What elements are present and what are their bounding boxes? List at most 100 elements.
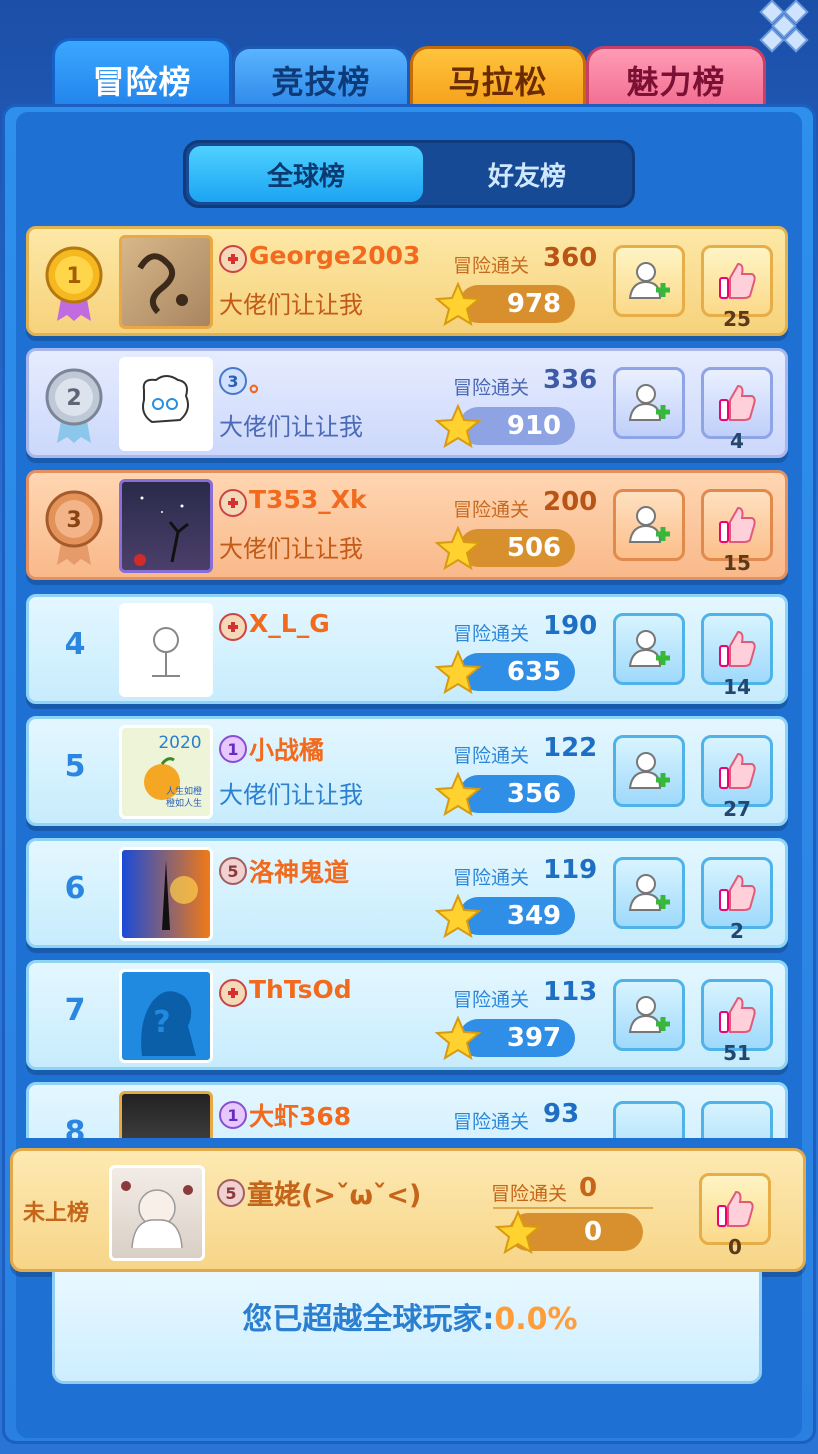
gold-medal-icon: 1 [45, 246, 103, 321]
level-number: 5 [227, 862, 238, 881]
rank-number: 7 [64, 993, 86, 1028]
like-count: 2 [730, 919, 744, 943]
stage-value: 0 [579, 1173, 598, 1203]
level-number: 5 [225, 1184, 236, 1203]
like-count: 0 [728, 1235, 742, 1259]
thumbs-up-icon [719, 630, 756, 667]
stage-label: 冒险通关 [453, 989, 530, 1011]
like-count: 51 [723, 1041, 751, 1065]
medal-number: 3 [66, 508, 81, 533]
avatar-ink-art-icon [137, 253, 188, 315]
add-friend-button[interactable] [613, 1101, 685, 1138]
star-icon [435, 1015, 481, 1061]
rank-row: 2 3 。 大佬们让让我 冒险通关 336 910 4 [26, 348, 788, 458]
like-button[interactable] [701, 1101, 773, 1138]
stage-value: 200 [543, 487, 598, 517]
svg-text:?: ? [153, 1005, 170, 1040]
avatar[interactable]: 2020 人生如橙 橙如人生 [119, 725, 213, 819]
rank-row: 1 George2003 大佬们让让我 冒险通关 360 978 25 [26, 226, 788, 336]
level-badge-icon [219, 245, 247, 273]
level-badge-icon [219, 979, 247, 1007]
rank-row: 6 5 洛神鬼道 冒险通关 119 349 2 [26, 838, 788, 948]
stage-label: 冒险通关 [453, 377, 530, 399]
avatar[interactable] [119, 1091, 213, 1138]
rank-row: 4 X_L_G 冒险通关 190 635 14 [26, 594, 788, 704]
add-friend-button[interactable] [613, 979, 685, 1051]
avatar[interactable]: ? [119, 969, 213, 1063]
star-icon [435, 893, 481, 939]
like-count: 25 [723, 307, 751, 331]
star-icon [435, 403, 481, 449]
rank-number: 8 [64, 1115, 86, 1138]
level-number: 1 [227, 1106, 238, 1125]
avatar[interactable] [119, 479, 213, 573]
rank-number: 6 [64, 871, 86, 906]
avatar[interactable] [119, 603, 213, 697]
rank-number: 4 [64, 627, 86, 662]
avatar[interactable] [119, 235, 213, 329]
default-avatar-icon: ? [141, 991, 196, 1056]
like-count: 15 [723, 551, 751, 575]
player-motto: 大佬们让让我 [219, 291, 363, 319]
add-friend-icon [628, 506, 670, 543]
stage-value: 190 [543, 611, 598, 641]
level-number: 1 [227, 740, 238, 759]
thumbs-up-icon [719, 384, 756, 421]
rank-row: 5 2020 人生如橙 橙如人生 1 小战橘 大佬们让让我 冒险通关 122 3… [26, 716, 788, 826]
like-count: 4 [730, 429, 744, 453]
avatar-year: 2020 [158, 733, 201, 753]
player-motto: 大佬们让让我 [219, 535, 363, 563]
my-avatar[interactable] [109, 1165, 205, 1261]
thumbs-up-icon [719, 874, 756, 911]
like-count: 14 [723, 675, 751, 699]
add-friend-button[interactable] [613, 735, 685, 807]
silver-medal-icon: 2 [45, 368, 103, 443]
player-name: 小战橘 [249, 736, 325, 765]
level-badge-icon: 5 [219, 857, 247, 885]
rank-row: 8 1 大虾368 冒险通关 93 [26, 1082, 788, 1138]
avatar-fire-ice-icon [162, 860, 198, 930]
unranked-label: 未上榜 [23, 1201, 90, 1226]
stage-label: 冒险通关 [453, 623, 530, 645]
avatar-flower-sketch-icon [152, 627, 180, 677]
surpass-info: 您已超越全球玩家:0.0% [52, 1272, 762, 1384]
add-friend-icon [628, 752, 670, 789]
rank-list[interactable]: 1 George2003 大佬们让让我 冒险通关 360 978 25 2 3 … [0, 0, 818, 1138]
avatar[interactable] [119, 357, 213, 451]
player-motto: 大佬们让让我 [219, 413, 363, 441]
add-friend-button[interactable] [613, 613, 685, 685]
add-friend-button[interactable] [613, 245, 685, 317]
thumbs-up-icon [719, 506, 756, 543]
star-icon [495, 1209, 541, 1255]
stage-label: 冒险通关 [453, 745, 530, 767]
level-badge-icon: 1 [219, 1101, 247, 1129]
rank-row: 3 T353_Xk 大佬们让让我 冒险通关 200 506 15 [26, 470, 788, 580]
stage-value: 113 [543, 977, 598, 1007]
medal-number: 2 [66, 386, 81, 411]
bronze-medal-icon: 3 [45, 490, 103, 565]
add-friend-button[interactable] [613, 367, 685, 439]
thumbs-up-icon [719, 262, 756, 299]
add-friend-icon [628, 384, 670, 421]
stage-label: 冒险通关 [491, 1183, 568, 1205]
stage-label: 冒险通关 [453, 867, 530, 889]
add-friend-button[interactable] [613, 489, 685, 561]
player-name: 大虾368 [249, 1102, 352, 1131]
star-icon [435, 771, 481, 817]
surpass-label: 您已超越全球玩家: [242, 1302, 495, 1337]
star-icon [435, 281, 481, 327]
thumbs-up-icon [719, 752, 756, 789]
add-friend-button[interactable] [613, 857, 685, 929]
level-badge-icon [219, 489, 247, 517]
stage-value: 93 [543, 1099, 580, 1129]
add-friend-icon [628, 262, 670, 299]
medal-number: 1 [66, 264, 81, 289]
player-name: T353_Xk [249, 485, 367, 514]
avatar-girl-illustration-icon [121, 1181, 193, 1249]
stage-value: 360 [543, 243, 598, 273]
avatar[interactable] [119, 847, 213, 941]
avatar-orange-icon: 2020 人生如橙 橙如人生 [144, 733, 202, 809]
my-rank-bar: 未上榜 5 童姥(>ˇωˇ<) 冒险通关 0 0 0 [10, 1148, 806, 1272]
player-name: X_L_G [249, 609, 330, 638]
level-number: 3 [227, 372, 238, 391]
